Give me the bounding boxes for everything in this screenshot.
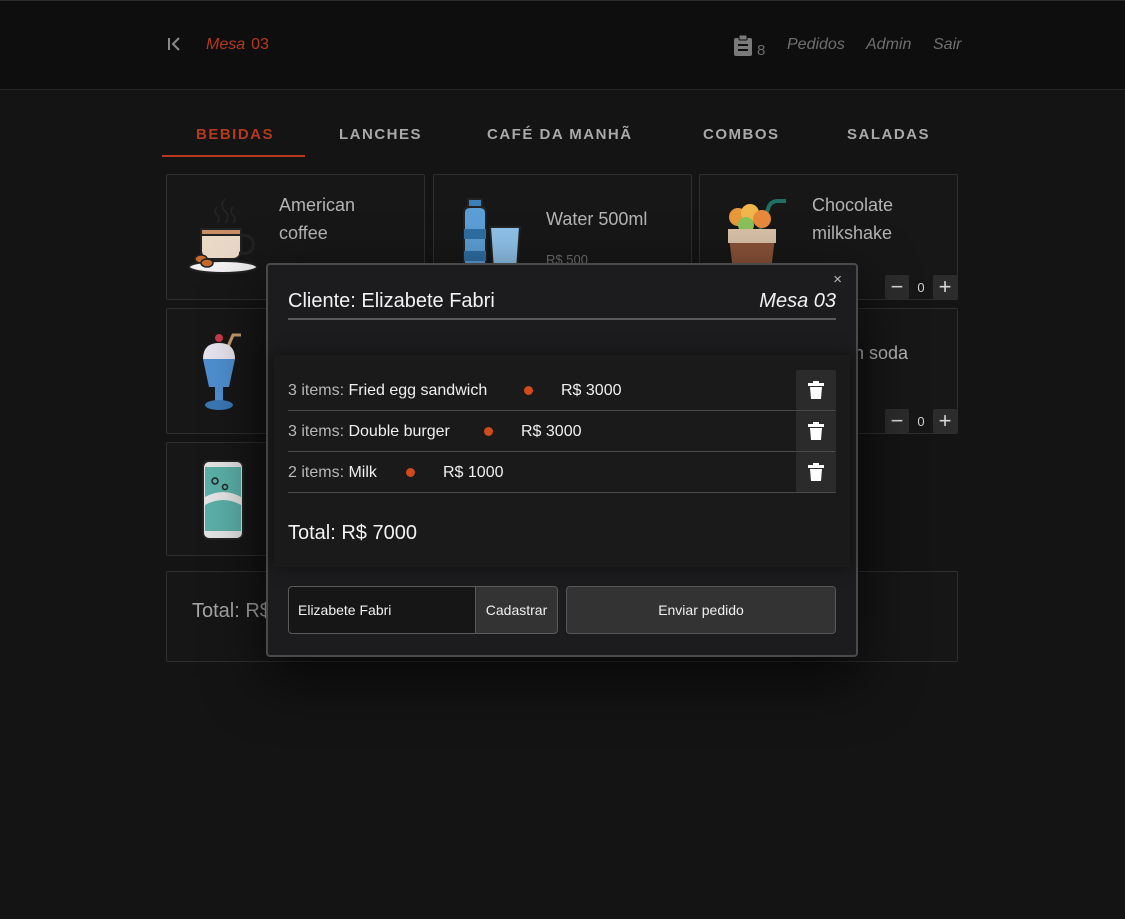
- product-name: n soda: [854, 343, 909, 363]
- client-name-input[interactable]: [288, 586, 476, 634]
- status-dot: [406, 468, 415, 477]
- item-name: Fried egg sandwich: [348, 382, 488, 399]
- item-quantity-label: 3 items:: [288, 423, 345, 440]
- nav-sair-link[interactable]: Sair: [933, 36, 961, 54]
- tab-combos[interactable]: Combos: [703, 126, 780, 143]
- product-name-line2: coffee: [279, 223, 328, 243]
- trash-icon: [808, 381, 824, 399]
- product-name-line1: American: [279, 195, 356, 215]
- active-tab-indicator: [162, 155, 305, 157]
- nav-admin-link[interactable]: Admin: [866, 36, 911, 54]
- delete-item-button[interactable]: [796, 411, 836, 451]
- item-quantity-label: 2 items:: [288, 464, 345, 481]
- item-quantity: 2 items: Milk: [288, 464, 377, 482]
- quantity-value: 0: [917, 279, 925, 295]
- trash-icon: [808, 422, 824, 440]
- top-header: Mesa 03 8 Pedidos Admin Sair: [0, 0, 1125, 90]
- tab-cafe-da-manha[interactable]: Café da manhã: [487, 126, 633, 143]
- quantity-stepper: − 0 +: [885, 409, 957, 433]
- increment-button[interactable]: +: [933, 409, 957, 433]
- status-dot: [484, 427, 493, 436]
- divider: [288, 318, 836, 320]
- product-name-line1: Chocolate: [812, 195, 894, 215]
- category-tabs: Bebidas Lanches Café da manhã Combos Sal…: [162, 112, 962, 158]
- item-price: R$ 1000: [443, 464, 504, 481]
- back-to-first-icon[interactable]: [166, 35, 184, 53]
- product-name: Chocolate milkshake: [812, 191, 893, 247]
- table-title: Mesa 03: [206, 36, 269, 54]
- quantity-value: 0: [917, 413, 925, 429]
- soda-can-icon: [202, 460, 244, 540]
- register-client-button[interactable]: Cadastrar: [476, 586, 558, 634]
- status-dot: [524, 386, 533, 395]
- item-quantity: 3 items: Double burger: [288, 423, 450, 441]
- order-item-row: 3 items: Double burger R$ 3000: [288, 411, 836, 452]
- tab-lanches[interactable]: Lanches: [339, 126, 422, 143]
- item-price: R$ 3000: [561, 382, 622, 399]
- client-name-heading: Cliente: Elizabete Fabri: [288, 290, 495, 312]
- quantity-stepper: − 0 +: [885, 275, 957, 299]
- trash-icon: [808, 463, 824, 481]
- product-name: American coffee: [279, 191, 355, 247]
- milkshake-glass-icon: [203, 333, 241, 410]
- decrement-button[interactable]: −: [885, 275, 909, 299]
- order-total-text: Total: R$: [192, 600, 271, 622]
- tab-saladas[interactable]: Saladas: [847, 126, 930, 143]
- modal-table-label: Mesa 03: [759, 290, 836, 312]
- coffee-cup-icon: [188, 198, 258, 274]
- orders-count-badge: 8: [757, 42, 766, 59]
- decrement-button[interactable]: −: [885, 409, 909, 433]
- order-item-row: 2 items: Milk R$ 1000: [288, 452, 836, 493]
- nav-pedidos-link[interactable]: Pedidos: [787, 36, 845, 54]
- close-icon[interactable]: ×: [833, 271, 842, 288]
- modal-total: Total: R$ 7000: [288, 522, 417, 544]
- order-modal: × Cliente: Elizabete Fabri Mesa 03 3 ite…: [266, 263, 858, 657]
- increment-button[interactable]: +: [933, 275, 957, 299]
- product-name-line2: milkshake: [812, 223, 893, 243]
- item-price: R$ 3000: [521, 423, 582, 440]
- table-word: Mesa: [206, 36, 246, 53]
- item-quantity-label: 3 items:: [288, 382, 345, 399]
- order-item-row: 3 items: Fried egg sandwich R$ 3000: [288, 370, 836, 411]
- item-quantity: 3 items: Fried egg sandwich: [288, 382, 487, 400]
- delete-item-button[interactable]: [796, 452, 836, 492]
- item-name: Milk: [348, 464, 377, 481]
- send-order-button[interactable]: Enviar pedido: [566, 586, 836, 634]
- table-number: 03: [251, 36, 269, 53]
- clipboard-icon[interactable]: [733, 35, 753, 57]
- item-name: Double burger: [348, 423, 450, 440]
- product-name: Water 500ml: [546, 209, 648, 229]
- delete-item-button[interactable]: [796, 370, 836, 410]
- tab-bebidas[interactable]: Bebidas: [196, 126, 274, 143]
